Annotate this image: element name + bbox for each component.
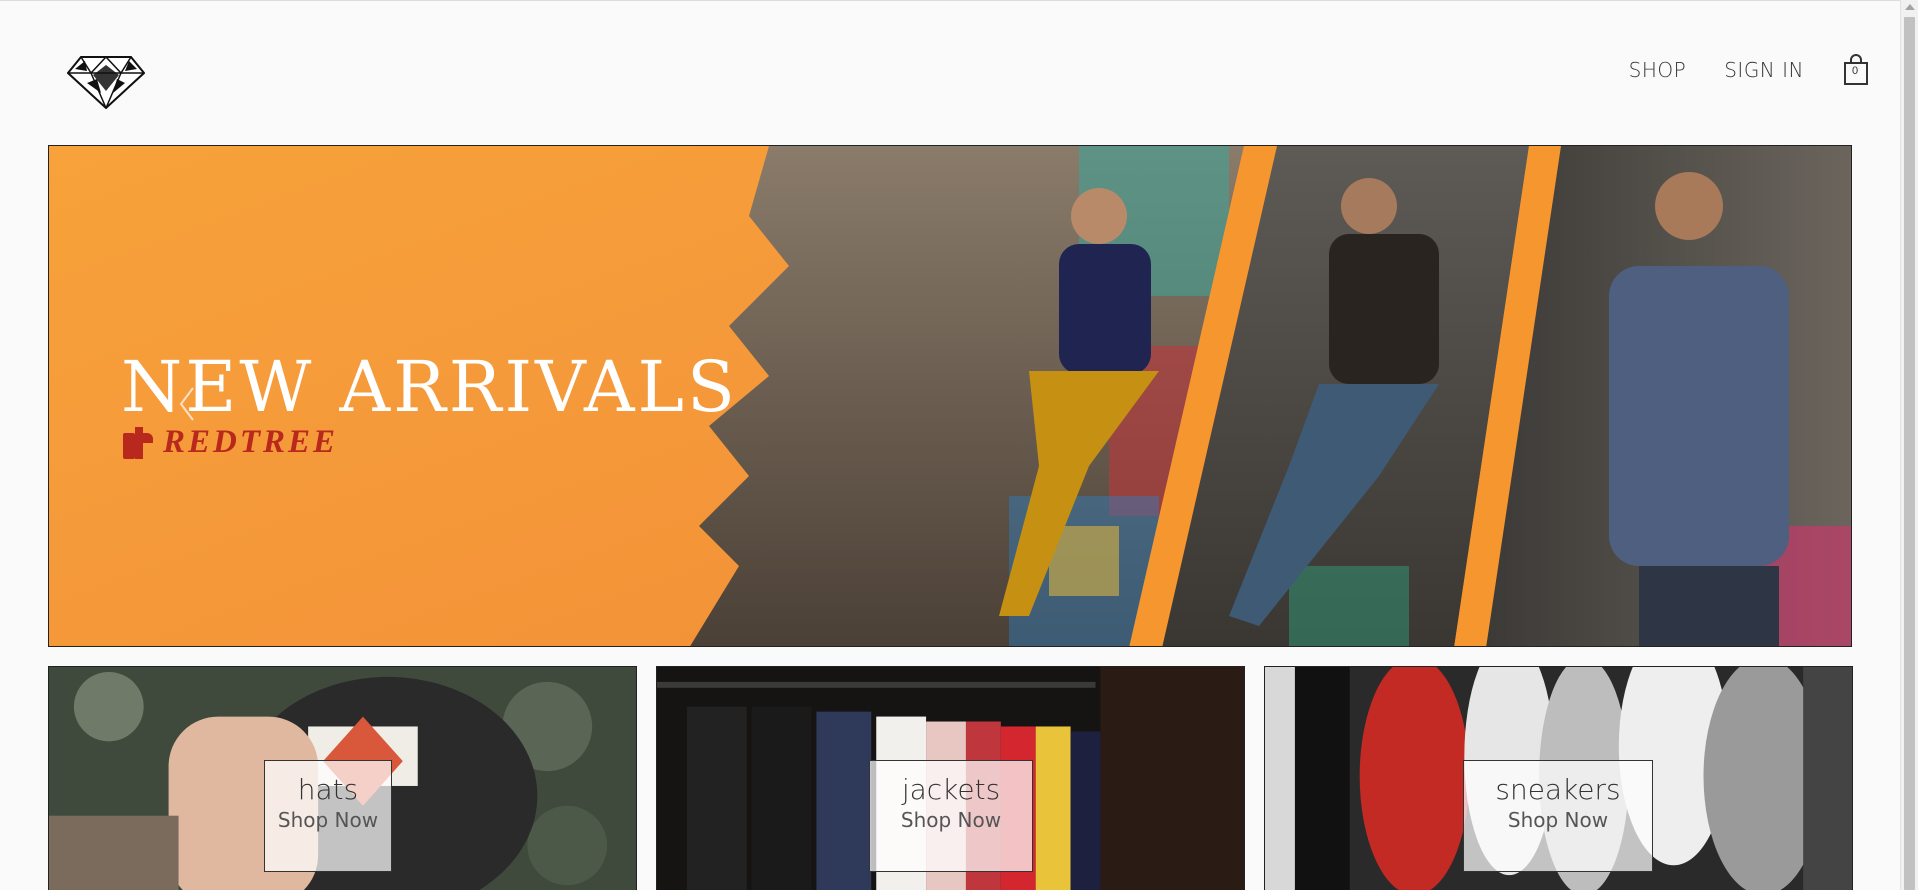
main-nav: SHOP SIGN IN 0 <box>1591 54 1870 86</box>
hero-banner[interactable]: NEW ARRIVALS REDTREE <box>48 145 1852 647</box>
site-header: SHOP SIGN IN 0 <box>0 0 1900 145</box>
page: SHOP SIGN IN 0 NEW ARRIVALS REDTREE hats… <box>0 0 1918 890</box>
category-label[interactable]: jackets Shop Now <box>869 760 1033 872</box>
diamond-icon[interactable] <box>67 55 145 109</box>
shop-now-link[interactable]: Shop Now <box>870 808 1032 832</box>
shop-now-link[interactable]: Shop Now <box>265 808 391 832</box>
category-title: hats <box>297 773 359 806</box>
category-title: jackets <box>901 773 1001 806</box>
redtree-logo-icon <box>123 426 153 459</box>
category-label[interactable]: hats Shop Now <box>264 760 392 872</box>
scrollbar-thumb[interactable] <box>1904 17 1915 890</box>
hero-title: NEW ARRIVALS <box>121 346 738 428</box>
nav-shop-link[interactable]: SHOP <box>1629 58 1687 82</box>
category-title: sneakers <box>1495 773 1621 806</box>
hero-brand-text: REDTREE <box>163 424 339 460</box>
category-card-hats[interactable]: hats Shop Now <box>48 666 637 890</box>
page-scrollbar[interactable] <box>1900 0 1918 890</box>
nav-sign-in-link[interactable]: SIGN IN <box>1724 58 1804 82</box>
category-label[interactable]: sneakers Shop Now <box>1463 760 1653 872</box>
scroll-up-arrow-icon[interactable] <box>1905 4 1915 10</box>
category-card-jackets[interactable]: jackets Shop Now <box>656 666 1245 890</box>
category-card-sneakers[interactable]: sneakers Shop Now <box>1264 666 1853 890</box>
hero-brand: REDTREE <box>121 424 338 461</box>
shop-now-link[interactable]: Shop Now <box>1464 808 1652 832</box>
cart-count: 0 <box>1852 65 1859 77</box>
shopping-bag-icon[interactable]: 0 <box>1842 54 1870 86</box>
chevron-left-icon[interactable] <box>177 384 197 424</box>
